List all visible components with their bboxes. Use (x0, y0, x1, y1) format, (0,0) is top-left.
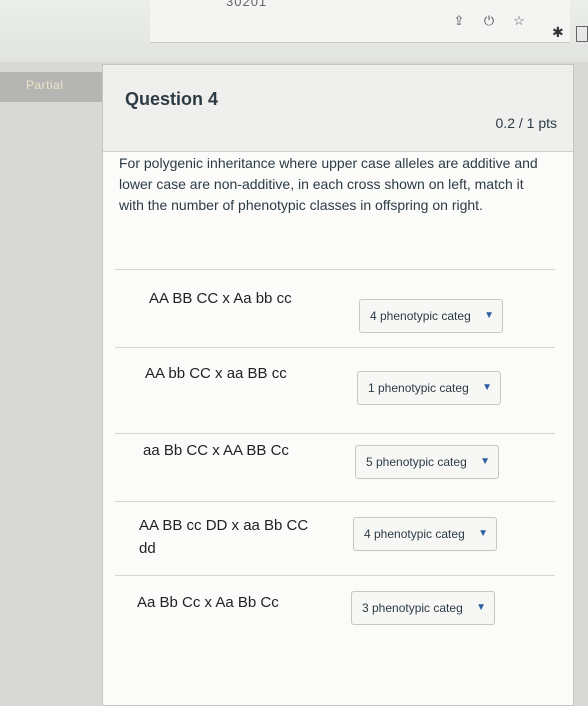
divider (115, 433, 555, 434)
question-header: Question 4 0.2 / 1 pts (103, 65, 573, 152)
sidebar-icon[interactable] (576, 26, 588, 42)
divider (115, 269, 555, 270)
question-points: 0.2 / 1 pts (495, 115, 557, 131)
extension-icon[interactable]: ✱ (552, 24, 564, 41)
question-text: For polygenic inheritance where upper ca… (119, 155, 538, 213)
divider (115, 575, 555, 576)
partial-badge: Partial (0, 72, 104, 102)
lock-icon[interactable]: ⏻ (482, 14, 496, 28)
dropdown-value: 1 phenotypic categ (368, 381, 469, 395)
browser-title-fragment: 30201 (226, 0, 268, 9)
question-card: Question 4 0.2 / 1 pts For polygenic inh… (102, 64, 574, 706)
dropdown-value: 5 phenotypic categ (366, 455, 467, 469)
divider (115, 501, 555, 502)
answer-dropdown[interactable]: 1 phenotypic categ ▼ (357, 371, 501, 405)
divider (115, 347, 555, 348)
chevron-down-icon: ▼ (480, 456, 490, 467)
chevron-down-icon: ▼ (478, 528, 488, 539)
cross-label: aa Bb CC x AA BB Cc (143, 442, 289, 459)
answer-dropdown[interactable]: 5 phenotypic categ ▼ (355, 445, 499, 479)
dropdown-value: 4 phenotypic categ (364, 527, 465, 541)
answer-dropdown[interactable]: 4 phenotypic categ ▼ (353, 517, 497, 551)
chevron-down-icon: ▼ (484, 310, 494, 321)
star-icon[interactable]: ☆ (512, 14, 526, 28)
cross-label: Aa Bb Cc x Aa Bb Cc (137, 594, 279, 611)
browser-action-icons: ⇪ ⏻ ☆ (452, 14, 526, 28)
dropdown-value: 4 phenotypic categ (370, 309, 471, 323)
chevron-down-icon: ▼ (482, 382, 492, 393)
cross-label: AA BB cc DD x aa Bb CC dd (139, 517, 309, 557)
share-icon[interactable]: ⇪ (452, 14, 466, 28)
cross-label: AA BB CC x Aa bb cc (149, 290, 292, 307)
answer-dropdown[interactable]: 4 phenotypic categ ▼ (359, 299, 503, 333)
chevron-down-icon: ▼ (476, 602, 486, 613)
cross-label: AA bb CC x aa BB cc (145, 365, 287, 382)
question-title: Question 4 (125, 89, 219, 109)
answer-dropdown[interactable]: 3 phenotypic categ ▼ (351, 591, 495, 625)
browser-chrome: 30201 ⇪ ⏻ ☆ ✱ (0, 0, 588, 62)
dropdown-value: 3 phenotypic categ (362, 601, 463, 615)
